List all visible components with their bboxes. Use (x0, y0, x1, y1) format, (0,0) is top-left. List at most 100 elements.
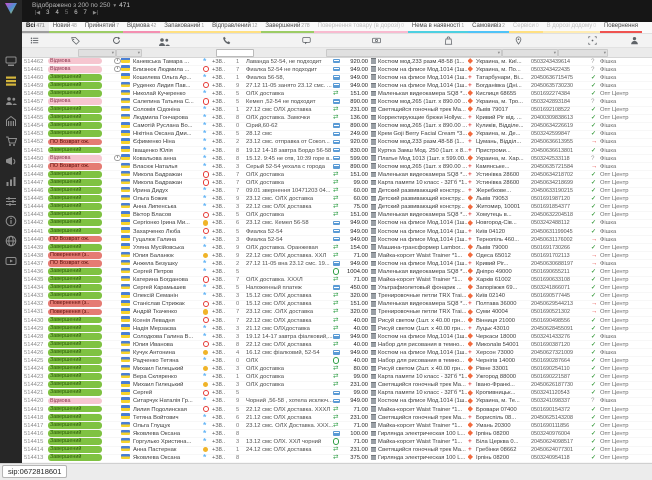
tracking-number[interactable]: 0501691702113 (531, 252, 591, 260)
sidebar-item-company-icon[interactable] (4, 114, 18, 128)
client-phone[interactable]: +38.. (212, 82, 236, 90)
filter-select-1[interactable]: ▾ (116, 49, 142, 57)
client-name[interactable]: Микола Бадражан (133, 171, 203, 179)
client-name[interactable]: Михаил Гилецький (133, 365, 203, 373)
tracking-number[interactable]: 20450630688197 (531, 260, 591, 268)
client-phone[interactable]: +38.. (212, 130, 236, 138)
sip-status[interactable]: sip:0672818601 (2, 465, 67, 478)
tab-5[interactable]: Відправлений12 (208, 22, 261, 33)
table-row[interactable]: 514413 Завершений Яковлева Оксана * +38.… (22, 455, 652, 463)
tracking-number[interactable]: 0501690633108 (531, 276, 591, 284)
client-name[interactable]: Руденко Лидия Пав... (133, 82, 203, 90)
page-number[interactable]: 6 (74, 10, 77, 16)
client-name[interactable]: Микола Бадражан (133, 179, 203, 187)
tracking-number[interactable]: 0501690577445 (531, 292, 591, 300)
tracking-number[interactable]: 0501692108522 (531, 106, 591, 114)
tab-2[interactable]: Прийнятий7 (81, 22, 123, 33)
client-phone[interactable]: +38.. (212, 163, 236, 171)
tracking-number[interactable]: 0503241433276 (531, 333, 591, 341)
client-phone[interactable]: +38.. (212, 90, 236, 98)
tab-10[interactable]: Сервіси0 (509, 22, 543, 33)
tracking-number[interactable]: 20450631176002 (531, 236, 591, 244)
tracking-number[interactable]: 20450634218699 (531, 179, 591, 187)
client-name[interactable]: Кошелева Ольга Ар... (133, 74, 203, 82)
client-name[interactable]: Власюк Наталья (133, 163, 203, 171)
tracking-number[interactable]: 0501690254110 (531, 365, 591, 373)
tab-12[interactable]: Повернення (600, 22, 642, 33)
tracking-number[interactable]: 20450629544213 (531, 300, 591, 308)
client-name[interactable]: Надія Мерзаєва (133, 325, 203, 333)
client-name[interactable]: Віктор Власов (133, 211, 203, 219)
client-name[interactable]: Анна Липенська (133, 203, 203, 211)
tracking-number[interactable]: 0503243422435 (531, 66, 591, 74)
tab-0[interactable]: Всі471 (22, 22, 49, 33)
caret-down-icon[interactable]: ▾ (113, 3, 116, 9)
tracking-number[interactable]: 20450636613801 (531, 147, 591, 155)
tracking-number[interactable]: 20450626187730 (531, 381, 591, 389)
client-name[interactable]: Ситарчук Наталія Гр... (133, 397, 203, 405)
person-icon[interactable] (630, 36, 639, 45)
tracking-number[interactable]: 20450624098517 (531, 438, 591, 446)
tab-8[interactable]: Нема в наявності1 (408, 22, 468, 33)
tracking-number[interactable]: 0503241098337 (531, 397, 591, 405)
tracking-number[interactable]: 0501690387120 (531, 341, 591, 349)
tab-3[interactable]: Відмова42 (123, 22, 160, 33)
client-phone[interactable]: +38.. (212, 219, 236, 227)
tracking-number[interactable]: 20450634218702 (531, 171, 591, 179)
client-name[interactable]: Ольга Божик (133, 195, 203, 203)
client-phone[interactable]: +38.. (212, 292, 236, 300)
shown-range-label[interactable]: Відображено з 200 по 250 (32, 2, 110, 9)
client-name[interactable]: Станіслав Стрижак (133, 300, 203, 308)
tracking-number[interactable]: 20450636715475 (531, 74, 591, 82)
money-icon[interactable] (372, 36, 381, 45)
client-name[interactable]: Сергіонко Ірина Ми... (133, 219, 203, 227)
client-phone[interactable]: +38.. (212, 276, 236, 284)
tracking-number[interactable]: 0503242533118 (531, 155, 591, 163)
tracking-number[interactable]: 0503242893184 (531, 98, 591, 106)
client-phone[interactable]: +38.. (212, 74, 236, 82)
client-name[interactable]: Сергей (133, 389, 203, 397)
client-name[interactable]: Михаил Гилецький (133, 381, 203, 389)
tracking-number[interactable]: 20450631199045 (531, 228, 591, 236)
tracking-number[interactable]: 20450633190215 (531, 187, 591, 195)
client-phone[interactable]: +38.. (212, 179, 236, 187)
client-name[interactable]: Анжела Безушку (133, 260, 203, 268)
tab-9[interactable]: Самовивіз2 (468, 22, 509, 33)
client-phone[interactable]: +38.. (212, 446, 236, 454)
client-phone[interactable]: +38.. (212, 397, 236, 405)
tracking-number[interactable]: 0501690498556 (531, 317, 591, 325)
client-name[interactable]: Яковлева Оксана (133, 430, 203, 438)
tab-6[interactable]: Завершений278 (261, 22, 313, 33)
page-number[interactable]: 5 (65, 10, 68, 16)
client-name[interactable]: Олексій Семанін (133, 292, 203, 300)
tracking-number[interactable]: 0503240976004 (531, 430, 591, 438)
client-name[interactable]: Кучук Антонина (133, 349, 203, 357)
client-phone[interactable]: +38.. (212, 203, 236, 211)
client-name[interactable]: Радченко Тетяна (133, 357, 203, 365)
tracking-number[interactable]: 0501690287664 (531, 357, 591, 365)
client-name[interactable]: Николай Кучеренко (133, 90, 203, 98)
sidebar-item-video-icon[interactable] (4, 254, 18, 268)
client-phone[interactable]: +38.. (212, 357, 236, 365)
client-phone[interactable]: +38.. (212, 317, 236, 325)
client-phone[interactable]: +38.. (212, 138, 236, 146)
tracking-number[interactable]: 0501691730266 (531, 244, 591, 252)
client-phone[interactable]: +38.. (212, 454, 236, 462)
client-name[interactable]: Ковальова анна (133, 155, 203, 163)
client-name[interactable]: Людмила Гончарова (133, 114, 203, 122)
tags-icon[interactable] (71, 36, 80, 45)
first-page-button[interactable]: |◀ (35, 10, 40, 16)
client-name[interactable]: Горгулько Христина... (133, 438, 203, 446)
tracking-number[interactable]: 20450624077301 (531, 446, 591, 454)
tracking-number[interactable]: 0501690111856 (531, 422, 591, 430)
tracking-icon[interactable] (588, 36, 597, 45)
client-phone[interactable]: +38.. (212, 349, 236, 357)
client-name[interactable]: Каневська Тамара ... (133, 58, 203, 66)
client-name[interactable]: Єфименко Ніна (133, 138, 203, 146)
client-phone[interactable]: +38.. (212, 147, 236, 155)
tracking-number[interactable]: 0503240954118 (531, 454, 591, 462)
client-phone[interactable]: +38.. (212, 438, 236, 446)
client-phone[interactable]: +38.. (212, 252, 236, 260)
tracking-number[interactable]: 0503242599847 (531, 130, 591, 138)
filter-input-2[interactable] (216, 49, 254, 57)
